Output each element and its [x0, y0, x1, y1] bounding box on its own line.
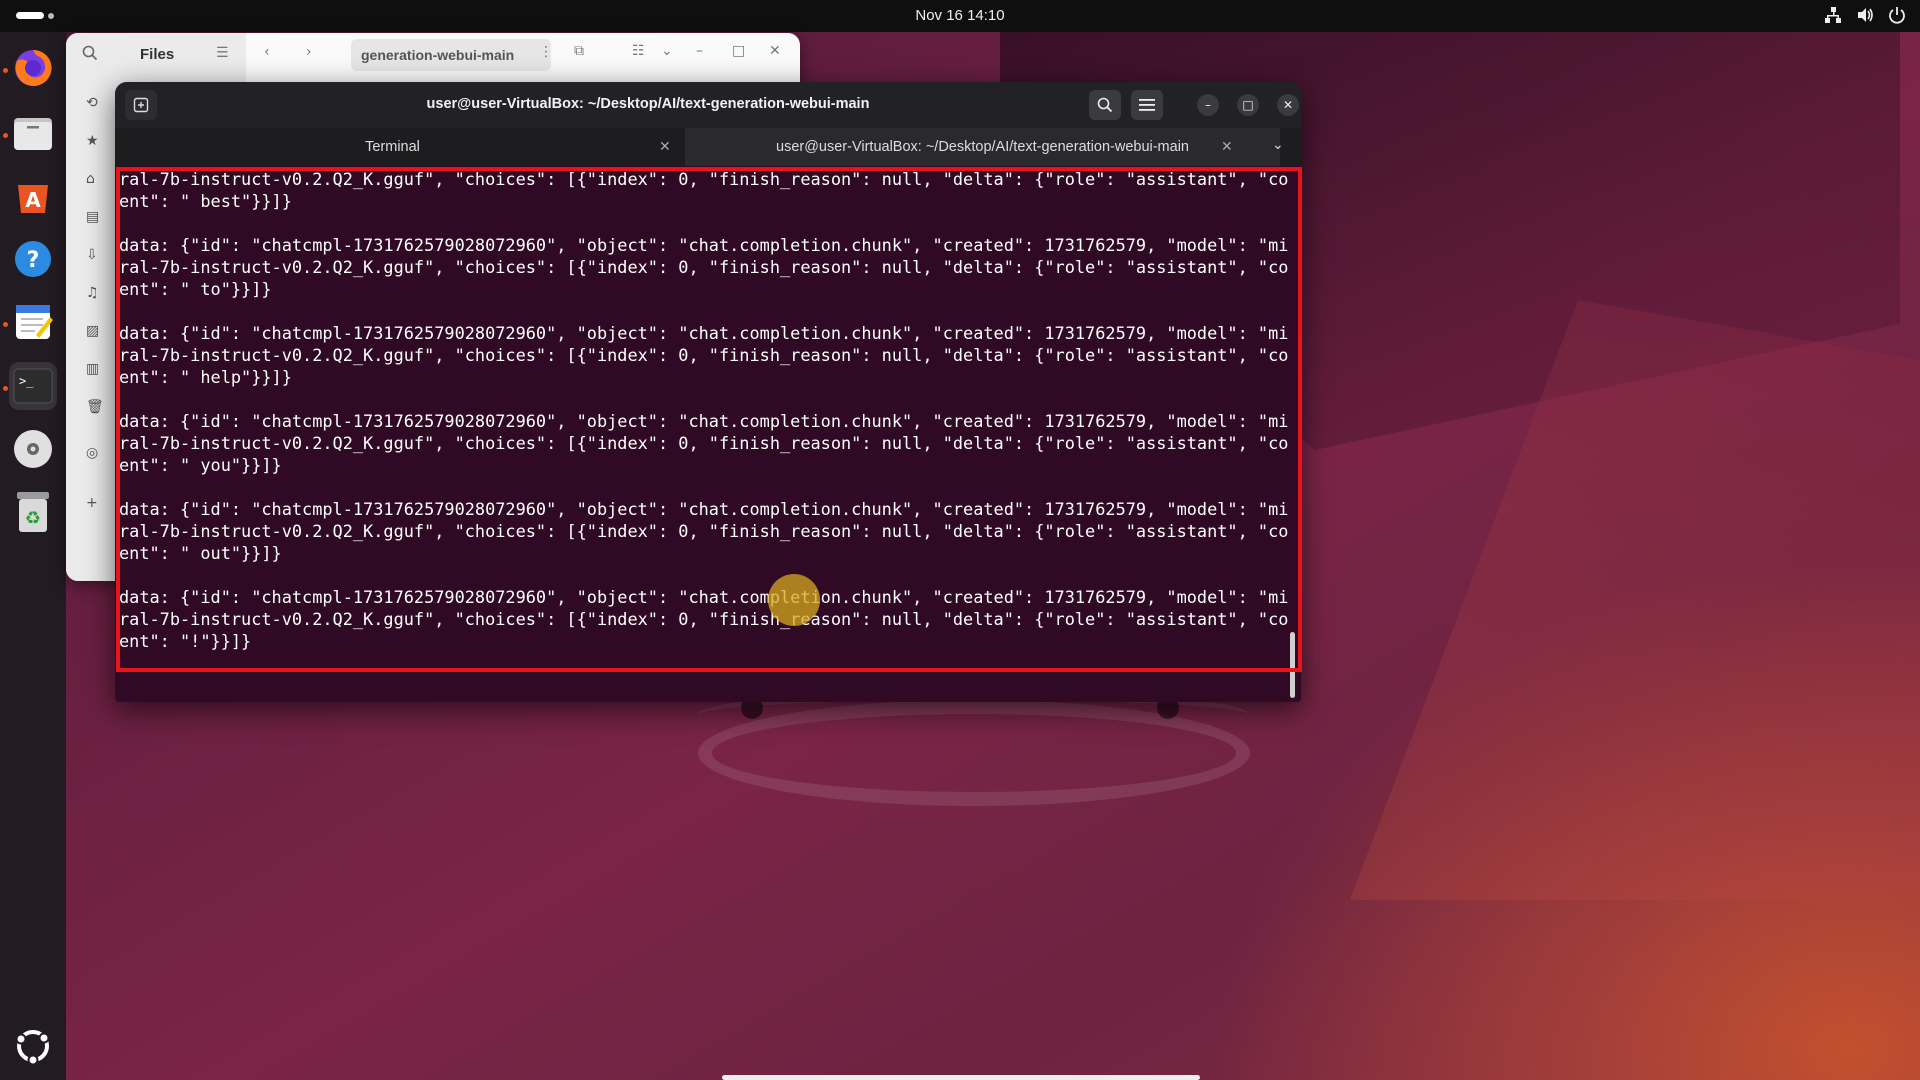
clock[interactable]: Nov 16 14:10: [0, 7, 1920, 24]
text-editor-icon[interactable]: [9, 298, 57, 346]
files-title: Files: [140, 46, 175, 63]
svg-text:>_: >_: [19, 374, 34, 388]
chevron-down-icon[interactable]: ⌄: [661, 43, 673, 59]
terminal-line: ent": " out"}}]}: [119, 543, 282, 563]
window-title: user@user-VirtualBox: ~/Desktop/AI/text-…: [426, 96, 870, 112]
terminal-window[interactable]: user@user-VirtualBox: ~/Desktop/AI/text-…: [115, 82, 1301, 702]
tab-close-icon[interactable]: ✕: [1221, 139, 1233, 155]
power-icon: [1889, 7, 1905, 24]
documents-icon[interactable]: ▤: [86, 209, 99, 225]
system-tray[interactable]: [1824, 6, 1906, 24]
terminal-line: ent": " you"}}]}: [119, 455, 282, 475]
firefox-icon[interactable]: [9, 44, 57, 92]
terminal-output[interactable]: ral-7b-instruct-v0.2.Q2_K.gguf", "choice…: [119, 168, 1289, 668]
disc-icon[interactable]: [9, 425, 57, 473]
hamburger-icon: [1139, 99, 1155, 111]
terminal-line: ral-7b-instruct-v0.2.Q2_K.gguf", "choice…: [119, 521, 1289, 541]
downloads-icon[interactable]: ⇩: [86, 247, 98, 263]
app-center-icon[interactable]: A: [9, 172, 57, 220]
terminal-line: ent": " best"}}]}: [119, 191, 292, 211]
terminal-line: ral-7b-instruct-v0.2.Q2_K.gguf", "choice…: [119, 609, 1289, 629]
menu-icon[interactable]: ☰: [216, 45, 229, 61]
terminal-line: data: {"id": "chatcmpl-17317625790280729…: [119, 499, 1289, 519]
terminal-line: ral-7b-instruct-v0.2.Q2_K.gguf", "choice…: [119, 257, 1289, 277]
terminal-line: ral-7b-instruct-v0.2.Q2_K.gguf", "choice…: [119, 433, 1289, 453]
tab-user-shell[interactable]: user@user-VirtualBox: ~/Desktop/AI/text-…: [685, 128, 1280, 166]
search-icon: [1097, 97, 1113, 113]
new-tab-icon[interactable]: ⧉: [574, 43, 584, 59]
tab-close-icon[interactable]: ✕: [659, 139, 671, 155]
maximize-button[interactable]: □: [1237, 94, 1259, 116]
files-header: Files ☰ ‹ › generation-webui-main ⋮ ⧉ ☷ …: [66, 33, 800, 77]
terminal-line: data: {"id": "chatcmpl-17317625790280729…: [119, 411, 1289, 431]
terminal-line: ent": "!"}}]}: [119, 631, 252, 651]
home-icon[interactable]: ⌂: [86, 171, 95, 187]
minimize-button[interactable]: –: [1197, 94, 1219, 116]
terminal-line: ent": " help"}}]}: [119, 367, 292, 387]
search-button[interactable]: [1089, 90, 1121, 120]
chevron-down-icon[interactable]: ⌄: [1272, 137, 1284, 153]
svg-text:A: A: [25, 188, 41, 212]
bottom-bar: [722, 1075, 1200, 1080]
help-icon[interactable]: ?: [9, 235, 57, 283]
terminal-line: ral-7b-instruct-v0.2.Q2_K.gguf", "choice…: [119, 169, 1289, 189]
dock: A ? >_ ♻: [0, 32, 66, 1080]
videos-icon[interactable]: ▥: [86, 361, 99, 377]
trash-icon[interactable]: 🗑: [86, 399, 104, 415]
running-indicator: [3, 386, 8, 391]
files-icon[interactable]: [9, 109, 57, 157]
show-apps-icon[interactable]: [9, 1022, 57, 1070]
terminal-icon[interactable]: >_: [9, 362, 57, 410]
running-indicator: [3, 68, 8, 73]
svg-text:?: ?: [27, 248, 40, 273]
view-list-icon[interactable]: ☷: [632, 43, 645, 59]
tab-bar: Terminal ✕ user@user-VirtualBox: ~/Deskt…: [115, 128, 1301, 166]
pictures-icon[interactable]: ▨: [86, 323, 99, 339]
terminal-line: data: {"id": "chatcmpl-17317625790280729…: [119, 323, 1289, 343]
forward-icon[interactable]: ›: [306, 44, 312, 60]
tab-label: Terminal: [365, 139, 420, 155]
disc-icon[interactable]: ◎: [86, 445, 98, 461]
terminal-line: ent": " to"}}]}: [119, 279, 272, 299]
mouse-cursor-highlight: [768, 574, 820, 626]
trash-icon[interactable]: ♻: [9, 488, 57, 536]
terminal-line: data: {"id": "chatcmpl-17317625790280729…: [119, 235, 1289, 255]
tab-terminal[interactable]: Terminal: [115, 128, 670, 166]
network-icon: [1825, 7, 1841, 23]
svg-text:♻: ♻: [25, 508, 41, 529]
terminal-headerbar: user@user-VirtualBox: ~/Desktop/AI/text-…: [115, 82, 1301, 128]
tab-label: user@user-VirtualBox: ~/Desktop/AI/text-…: [776, 139, 1189, 155]
back-icon[interactable]: ‹: [264, 44, 270, 60]
top-bar: Nov 16 14:10: [0, 0, 1920, 32]
close-icon: ✕: [1282, 98, 1294, 112]
close-button[interactable]: ✕: [1277, 94, 1299, 116]
maximize-icon[interactable]: □: [732, 43, 745, 59]
close-icon[interactable]: ✕: [769, 43, 781, 59]
add-location-icon[interactable]: +: [86, 495, 98, 511]
terminal-line: data: {"id": "chatcmpl-17317625790280729…: [119, 587, 1289, 607]
minimize-icon: –: [1205, 98, 1211, 112]
search-icon[interactable]: [82, 45, 98, 65]
recent-icon[interactable]: ⟲: [86, 95, 98, 111]
path-bar[interactable]: generation-webui-main: [351, 39, 551, 71]
scrollbar[interactable]: [1290, 632, 1295, 698]
music-icon[interactable]: ♫: [86, 285, 99, 301]
path-menu-icon[interactable]: ⋮: [539, 44, 553, 60]
volume-icon: [1858, 8, 1873, 22]
running-indicator: [3, 322, 8, 327]
menu-button[interactable]: [1131, 90, 1163, 120]
terminal-line: ral-7b-instruct-v0.2.Q2_K.gguf", "choice…: [119, 345, 1289, 365]
maximize-icon: □: [1242, 98, 1254, 112]
starred-icon[interactable]: ★: [86, 133, 99, 149]
running-indicator: [3, 133, 8, 138]
minimize-icon[interactable]: –: [696, 43, 703, 59]
